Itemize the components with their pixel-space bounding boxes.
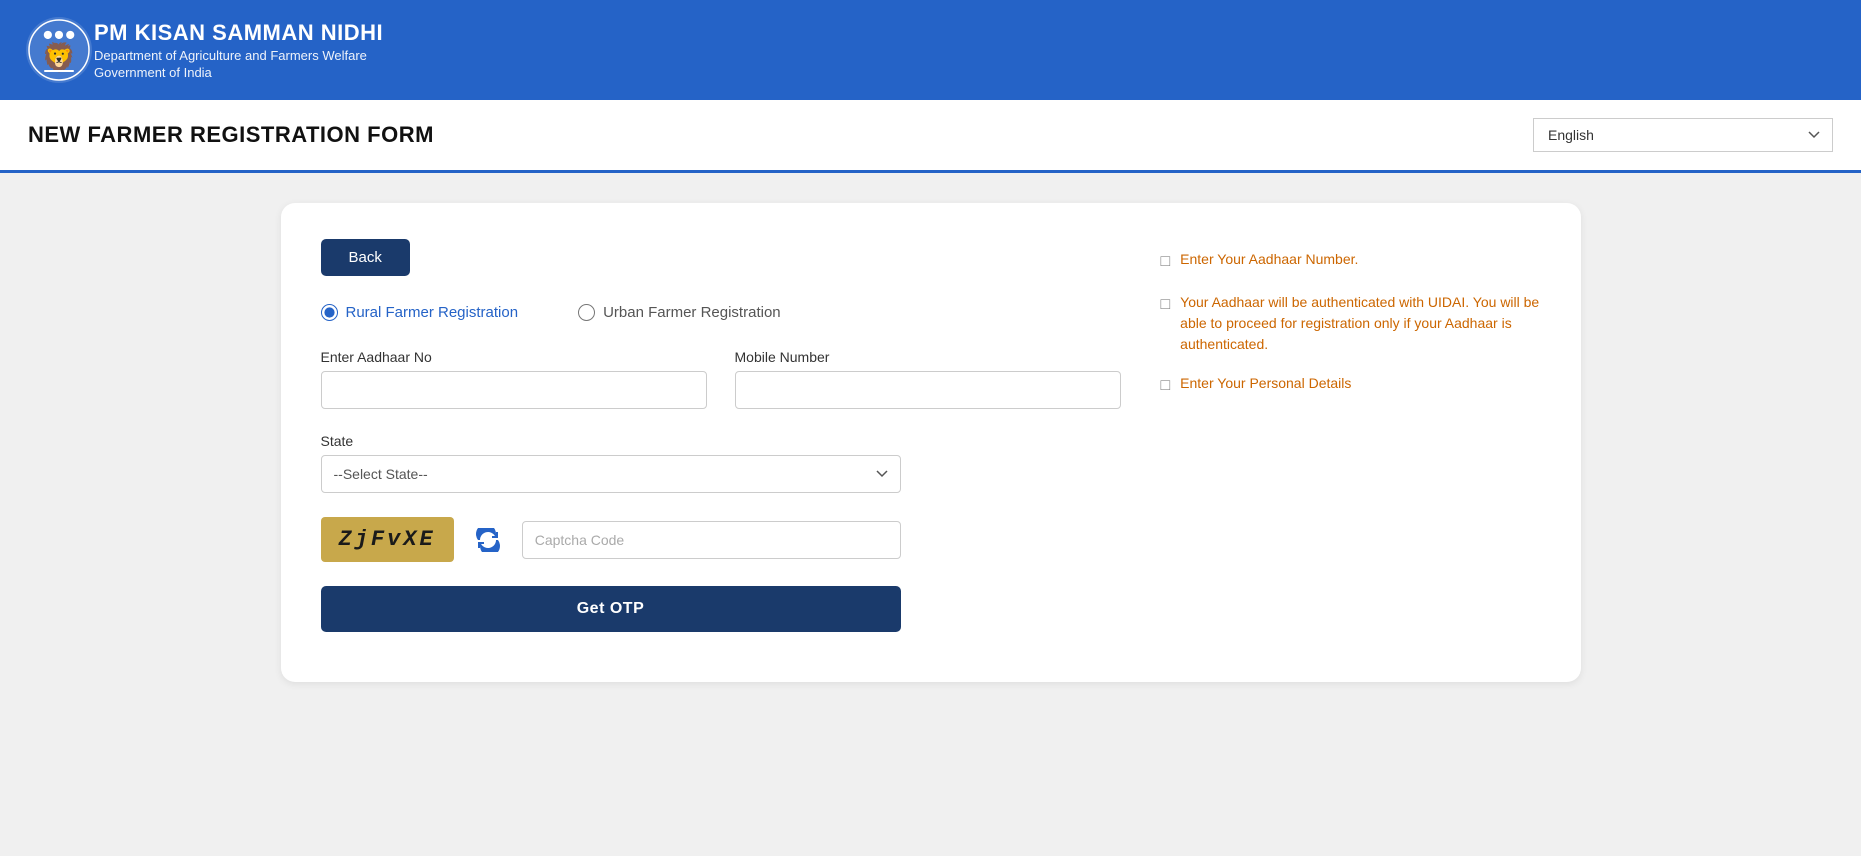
- mobile-label: Mobile Number: [735, 349, 1121, 365]
- state-select[interactable]: --Select State-- Andhra Pradesh Maharash…: [321, 455, 901, 493]
- site-title: PM KISAN SAMMAN NIDHI: [94, 20, 383, 46]
- captcha-refresh-button[interactable]: [470, 522, 506, 558]
- rural-farmer-radio[interactable]: [321, 304, 338, 321]
- aadhaar-field-group: Enter Aadhaar No: [321, 349, 707, 409]
- aadhaar-mobile-row: Enter Aadhaar No Mobile Number: [321, 349, 1121, 409]
- urban-farmer-radio-label[interactable]: Urban Farmer Registration: [578, 304, 781, 321]
- language-select[interactable]: English Hindi Tamil Telugu: [1533, 118, 1833, 152]
- instruction-text-1: Enter Your Aadhaar Number.: [1180, 249, 1358, 274]
- aadhaar-input[interactable]: [321, 371, 707, 409]
- state-label: State: [321, 433, 1121, 449]
- title-bar: NEW FARMER REGISTRATION FORM English Hin…: [0, 100, 1861, 173]
- svg-text:⬤ ⬤ ⬤: ⬤ ⬤ ⬤: [43, 30, 74, 39]
- urban-farmer-label: Urban Farmer Registration: [603, 304, 781, 321]
- state-group: State --Select State-- Andhra Pradesh Ma…: [321, 433, 1121, 493]
- site-subtitle2: Government of India: [94, 65, 383, 80]
- instruction-item-3: Enter Your Personal Details: [1161, 373, 1541, 398]
- mobile-field-group: Mobile Number: [735, 349, 1121, 409]
- captcha-image: ZjFvXE: [321, 517, 454, 562]
- mobile-input[interactable]: [735, 371, 1121, 409]
- get-otp-button[interactable]: Get OTP: [321, 586, 901, 632]
- page-title: NEW FARMER REGISTRATION FORM: [28, 122, 434, 148]
- back-button[interactable]: Back: [321, 239, 410, 276]
- header-text: PM KISAN SAMMAN NIDHI Department of Agri…: [94, 20, 383, 80]
- form-left: Back Rural Farmer Registration Urban Far…: [321, 239, 1121, 632]
- instruction-item-2: Your Aadhaar will be authenticated with …: [1161, 292, 1541, 355]
- instruction-list: Enter Your Aadhaar Number. Your Aadhaar …: [1161, 249, 1541, 398]
- emblem-icon: 🦁 ⬤ ⬤ ⬤: [24, 15, 94, 85]
- instruction-text-2: Your Aadhaar will be authenticated with …: [1180, 292, 1540, 355]
- site-header: 🦁 ⬤ ⬤ ⬤ PM KISAN SAMMAN NIDHI Department…: [0, 0, 1861, 100]
- instruction-item-1: Enter Your Aadhaar Number.: [1161, 249, 1541, 274]
- urban-farmer-radio[interactable]: [578, 304, 595, 321]
- site-subtitle1: Department of Agriculture and Farmers We…: [94, 48, 383, 63]
- captcha-row: ZjFvXE: [321, 517, 901, 562]
- refresh-icon: [476, 528, 500, 552]
- svg-text:🦁: 🦁: [42, 41, 77, 74]
- form-right: Enter Your Aadhaar Number. Your Aadhaar …: [1161, 239, 1541, 632]
- captcha-input[interactable]: [522, 521, 901, 559]
- main-content: Back Rural Farmer Registration Urban Far…: [0, 173, 1861, 712]
- form-card: Back Rural Farmer Registration Urban Far…: [281, 203, 1581, 682]
- instruction-text-3: Enter Your Personal Details: [1180, 373, 1351, 398]
- rural-farmer-label: Rural Farmer Registration: [346, 304, 519, 321]
- rural-farmer-radio-label[interactable]: Rural Farmer Registration: [321, 304, 519, 321]
- aadhaar-label: Enter Aadhaar No: [321, 349, 707, 365]
- registration-type-group: Rural Farmer Registration Urban Farmer R…: [321, 304, 1121, 321]
